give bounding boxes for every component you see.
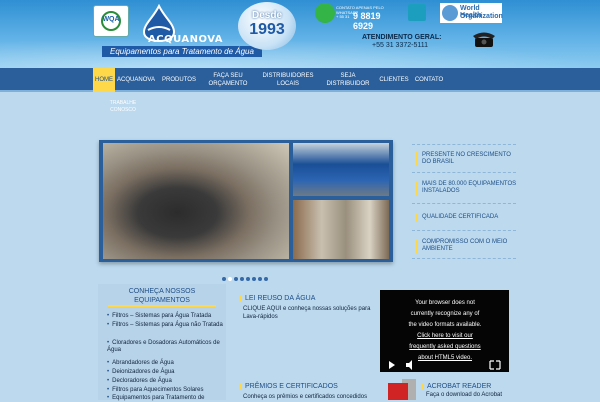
video-faq-link-1[interactable]: Click here to visit our: [388, 331, 502, 342]
feature-item-2: MAIS DE 80.000 EQUIPAMENTOS INSTALADOS: [415, 181, 520, 195]
play-icon: [389, 361, 395, 369]
video-msg-line2: currently recognize any of: [410, 311, 480, 317]
acrobat-text[interactable]: Faça o download do Acrobat: [426, 392, 502, 398]
telephone-icon: [473, 32, 495, 47]
acrobat-title[interactable]: ACROBAT READER: [422, 383, 491, 390]
wqa-label: WQA: [102, 16, 120, 23]
product-link[interactable]: Equipamentos para Tratamento de: [107, 395, 225, 402]
premios-title[interactable]: PRÊMIOS E CERTIFICADOS: [240, 383, 338, 390]
feature-item-1: PRESENTE NO CRESCIMENTO DO BRASIL: [415, 152, 520, 166]
badge-line2: 1993: [249, 21, 285, 38]
slider-dots[interactable]: [222, 268, 270, 281]
video-controls[interactable]: [380, 358, 509, 372]
nav-home[interactable]: HOME: [93, 68, 115, 92]
divider: [412, 258, 516, 259]
slider-dot[interactable]: [252, 277, 256, 281]
slider-dot[interactable]: [246, 277, 250, 281]
video-faq-link-2[interactable]: frequently asked questions: [388, 342, 502, 353]
slider-dot[interactable]: [234, 277, 238, 281]
slider-photo-equipment: [293, 143, 389, 196]
divider: [412, 144, 516, 145]
nav-trabalhe-conosco[interactable]: TRABALHE CONOSCO: [108, 100, 138, 114]
whatsapp-number: 9 8819 6929: [353, 11, 381, 31]
contact-title: ATENDIMENTO GERAL:: [362, 34, 442, 41]
video-faq-link-text[interactable]: Click here to visit our: [417, 333, 473, 339]
chat-icon[interactable]: [408, 4, 426, 21]
whatsapp-contact[interactable]: CONTATO APENAS PELO WHATSAPP + 55 31 9 8…: [336, 5, 390, 31]
product-link[interactable]: Filtros – Sistemas para Água não Tratada: [107, 322, 225, 329]
divider: [412, 172, 516, 173]
logo-name[interactable]: ACQUANOVA: [148, 34, 223, 45]
globe-icon: [442, 5, 458, 21]
who-logo[interactable]: World Health Organization: [440, 3, 503, 23]
contact-phone: +55 31 3372-5111: [372, 42, 428, 49]
nav-clientes[interactable]: CLIENTES: [379, 68, 408, 92]
product-link[interactable]: Abrandadores de Água: [107, 360, 225, 367]
whatsapp-icon[interactable]: [315, 3, 335, 23]
whatsapp-prefix: + 55 31: [336, 14, 350, 19]
slider-photo-samples: [293, 200, 389, 259]
nav-orcamento[interactable]: FAÇA SEU ORÇAMENTO: [206, 68, 250, 92]
since-badge: Desde 1993: [238, 2, 296, 50]
feature-item-4: COMPROMISSO COM O MEIO AMBIENTE: [415, 239, 520, 253]
header: [0, 0, 600, 68]
nav-distribuidores[interactable]: DISTRIBUIDORES LOCAIS: [262, 68, 314, 92]
products-underline: [108, 305, 216, 307]
nav-contato[interactable]: CONTATO: [412, 68, 446, 92]
reuso-title[interactable]: LEI REUSO DA ÁGUA: [240, 295, 315, 302]
reuso-text[interactable]: CLIQUE AQUI e conheça nossas soluções pa…: [243, 305, 373, 321]
products-title: Conheça nossos equipamentos: [128, 288, 196, 304]
pdf-icon[interactable]: [388, 383, 408, 400]
who-line2: Organization: [460, 13, 503, 20]
video-msg-line1: Your browser does not: [415, 300, 475, 306]
badge-line1: Desde: [251, 10, 282, 21]
logo-tagline: Equipamentos para Tratamento de Água: [102, 46, 262, 57]
product-link[interactable]: Filtros – Sistemas para Água Tratada: [107, 313, 225, 320]
fullscreen-icon: [489, 360, 501, 370]
divider: [412, 230, 516, 231]
nav-acquanova[interactable]: ACQUANOVA: [116, 68, 156, 92]
slider-dot[interactable]: [228, 277, 232, 281]
video-faq-link-text[interactable]: frequently asked questions: [409, 344, 480, 350]
video-fallback-message: Your browser does not currently recogniz…: [388, 298, 502, 364]
header-wave: [0, 38, 600, 68]
divider: [412, 203, 516, 204]
slider-dot[interactable]: [240, 277, 244, 281]
volume-icon: [406, 360, 412, 370]
slider-dot[interactable]: [258, 277, 262, 281]
feature-item-3: QUALIDADE CERTIFICADA: [415, 214, 520, 221]
product-link[interactable]: Deionizadores de Água: [107, 369, 225, 376]
nav-produtos[interactable]: PRODUTOS: [160, 68, 198, 92]
product-link[interactable]: Decloradores de Água: [107, 378, 225, 385]
slider-dot[interactable]: [264, 277, 268, 281]
video-msg-line3: the video formats available.: [408, 322, 482, 328]
product-link[interactable]: Filtros para Aquecimentos Solares: [107, 387, 225, 394]
product-link[interactable]: Cloradores e Dosadoras Automáticos de Ág…: [107, 340, 225, 354]
slider-dot[interactable]: [222, 277, 226, 281]
slider-photo-well: [103, 143, 289, 259]
nav-seja-distribuidor[interactable]: SEJA DISTRIBUIDOR: [320, 68, 376, 92]
wqa-logo[interactable]: WQA: [93, 5, 129, 37]
